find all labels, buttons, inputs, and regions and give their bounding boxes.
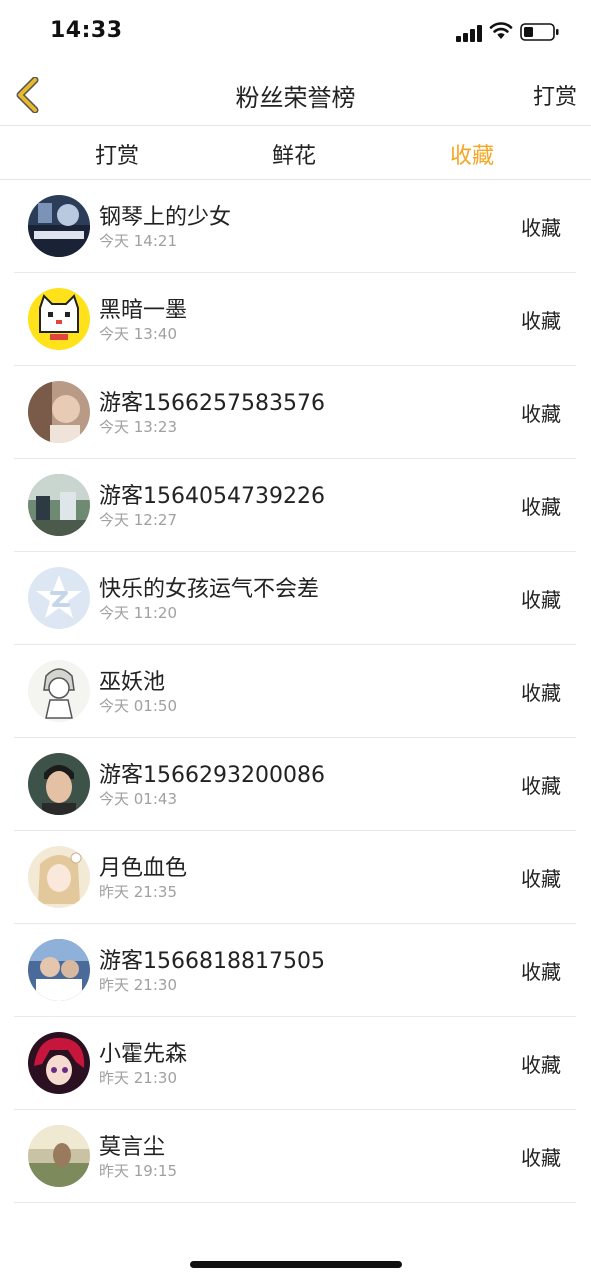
favorite-label: 收藏 [521,588,561,612]
favorite-label: 收藏 [521,960,561,984]
list-item[interactable]: 快乐的女孩运气不会差 今天 11:20 收藏 [14,552,576,645]
list-item[interactable]: 巫妖池 今天 01:50 收藏 [14,645,576,738]
timestamp: 昨天 19:15 [99,1162,177,1180]
user-name: 月色血色 [99,856,188,881]
timestamp: 今天 12:27 [99,511,177,529]
user-name: 钢琴上的少女 [99,205,232,230]
timestamp: 今天 13:40 [99,325,177,343]
page-title: 粉丝荣誉榜 [235,84,356,112]
cellular-signal-icon [456,24,484,42]
timestamp: 昨天 21:35 [99,883,177,901]
favorite-label: 收藏 [521,495,561,519]
list-item[interactable]: 莫言尘 昨天 19:15 收藏 [14,1110,576,1203]
tab-flowers[interactable]: 鲜花 [272,138,316,170]
user-name: 巫妖池 [99,670,166,695]
avatar [28,474,90,536]
avatar [28,195,90,257]
timestamp: 昨天 21:30 [99,976,177,994]
status-time: 14:33 [50,18,123,43]
user-name: 游客1564054739226 [99,484,325,509]
favorite-label: 收藏 [521,402,561,426]
fan-list: 钢琴上的少女 今天 14:21 收藏 黑暗一墨 今天 13:40 收藏 游客15… [0,180,591,1203]
list-item[interactable]: 月色血色 昨天 21:35 收藏 [14,831,576,924]
timestamp: 昨天 21:30 [99,1069,177,1087]
timestamp: 今天 01:50 [99,697,177,715]
favorite-label: 收藏 [521,774,561,798]
avatar [28,288,90,350]
list-item[interactable]: 小霍先森 昨天 21:30 收藏 [14,1017,576,1110]
user-name: 游客1566257583576 [99,391,325,416]
user-name: 游客1566818817505 [99,949,325,974]
favorite-label: 收藏 [521,867,561,891]
avatar [28,1125,90,1187]
avatar [28,939,90,1001]
battery-icon [520,23,559,41]
tab-bar: 打赏 鲜花 收藏 [0,126,591,180]
user-name: 小霍先森 [99,1042,188,1067]
list-item[interactable]: 游客1566293200086 今天 01:43 收藏 [14,738,576,831]
list-item[interactable]: 钢琴上的少女 今天 14:21 收藏 [14,180,576,273]
user-name: 莫言尘 [99,1135,166,1160]
timestamp: 今天 14:21 [99,232,177,250]
list-item[interactable]: 游客1564054739226 今天 12:27 收藏 [14,459,576,552]
list-item[interactable]: 游客1566257583576 今天 13:23 收藏 [14,366,576,459]
avatar [28,753,90,815]
favorite-label: 收藏 [521,1146,561,1170]
favorite-label: 收藏 [521,309,561,333]
favorite-label: 收藏 [521,216,561,240]
avatar [28,846,90,908]
avatar [28,1032,90,1094]
tab-reward[interactable]: 打赏 [95,138,139,170]
avatar [28,567,90,629]
list-item[interactable]: 黑暗一墨 今天 13:40 收藏 [14,273,576,366]
tab-favorites[interactable]: 收藏 [450,138,494,170]
favorite-label: 收藏 [521,681,561,705]
timestamp: 今天 11:20 [99,604,177,622]
user-name: 游客1566293200086 [99,763,325,788]
timestamp: 今天 13:23 [99,418,177,436]
reward-nav-button[interactable]: 打赏 [533,79,577,111]
timestamp: 今天 01:43 [99,790,177,808]
home-indicator[interactable] [190,1261,402,1268]
wifi-icon [489,22,513,39]
favorite-label: 收藏 [521,1053,561,1077]
status-bar: 14:33 [0,0,591,64]
list-item[interactable]: 游客1566818817505 昨天 21:30 收藏 [14,924,576,1017]
user-name: 黑暗一墨 [99,298,188,323]
nav-bar: 粉丝荣誉榜 打赏 [0,64,591,126]
user-name: 快乐的女孩运气不会差 [99,577,320,602]
avatar [28,381,90,443]
avatar [28,660,90,722]
